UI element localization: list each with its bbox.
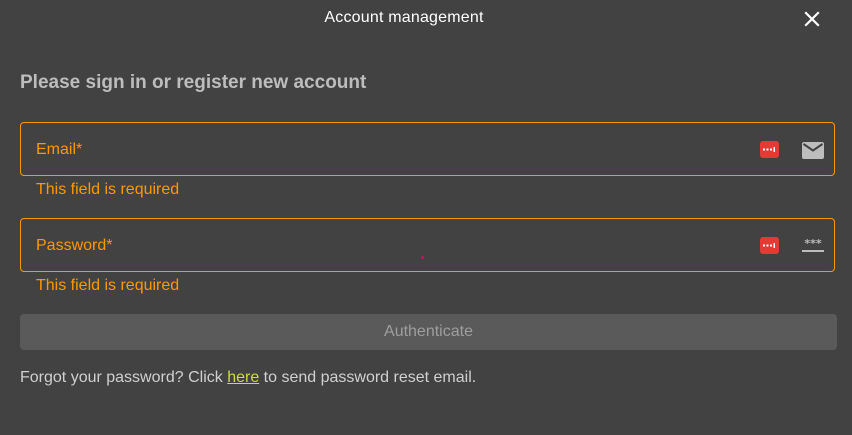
mouse-cursor-dot xyxy=(421,256,424,259)
svg-text:***: *** xyxy=(804,238,822,250)
password-manager-icon[interactable] xyxy=(760,237,779,254)
forgot-password-prefix: Forgot your password? Click xyxy=(20,369,228,386)
email-input[interactable] xyxy=(21,123,741,175)
password-error-text: This field is required xyxy=(36,277,180,294)
forgot-password-text: Forgot your password? Click here to send… xyxy=(20,369,476,387)
password-input[interactable] xyxy=(21,219,741,271)
dialog-title: Account management xyxy=(324,9,484,26)
close-icon xyxy=(804,11,820,27)
page-heading: Please sign in or register new account xyxy=(20,72,367,93)
reset-password-link[interactable]: here xyxy=(227,369,259,386)
email-error-text: This field is required xyxy=(36,181,180,198)
password-field[interactable]: Password* *** xyxy=(20,218,835,272)
authenticate-button[interactable]: Authenticate xyxy=(20,314,837,350)
password-dots-icon: *** xyxy=(801,236,825,256)
email-field[interactable]: Email* xyxy=(20,122,835,176)
close-button[interactable] xyxy=(798,6,826,32)
password-manager-icon[interactable] xyxy=(760,141,779,158)
forgot-password-suffix: to send password reset email. xyxy=(259,369,477,386)
envelope-icon xyxy=(801,140,825,160)
